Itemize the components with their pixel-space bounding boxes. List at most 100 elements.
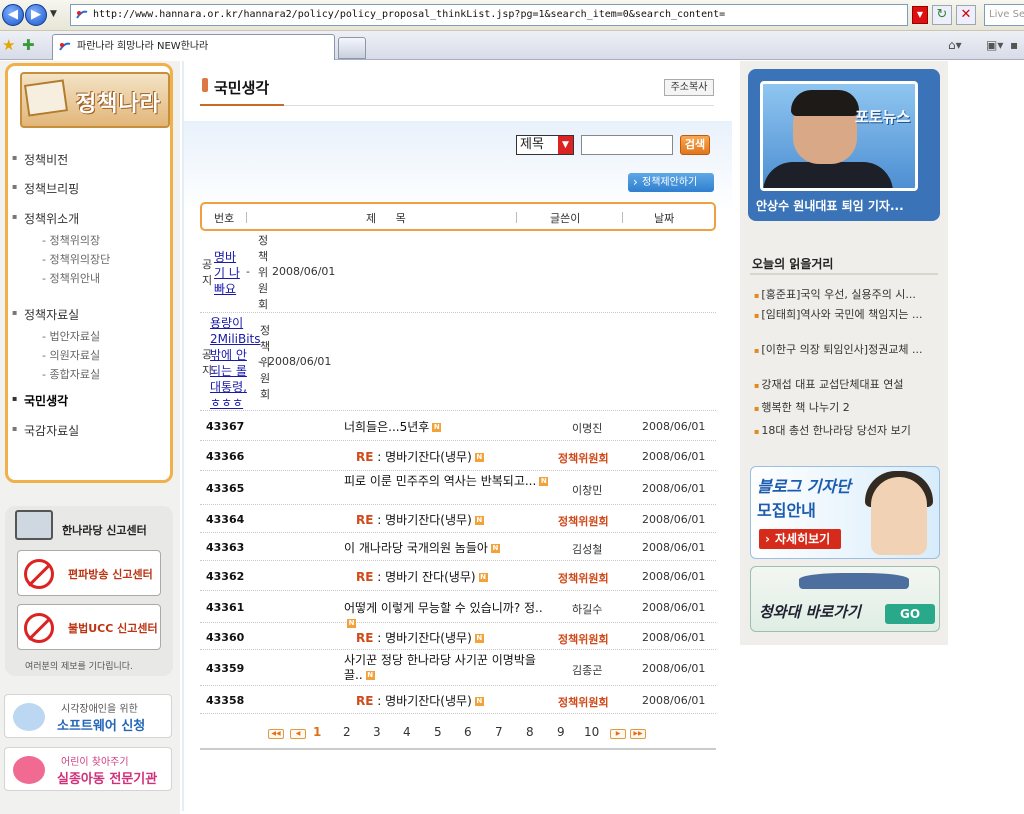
page-link[interactable]: 5 [434,725,442,739]
new-tab-button[interactable] [338,37,366,59]
col-date: 날짜 [654,212,675,225]
row-subject-link[interactable]: 피로 이룬 민주주의 역사는 반복되고... N [344,474,554,489]
col-subject: 제 목 [366,212,414,225]
address-bar[interactable]: http://www.hannara.or.kr/hannara2/policy… [70,4,908,26]
row-subject-link[interactable]: 너희들은...5년후 N [344,420,554,435]
submenu-guide[interactable]: - 정책위안내 [42,270,100,286]
submenu-member-archive[interactable]: - 의원자료실 [42,347,100,363]
biased-broadcast-report-button[interactable]: 편파방송 신고센터 [17,550,161,596]
menu-item-archive[interactable]: 정책자료실 [12,306,79,323]
history-dropdown-icon[interactable]: ▼ [50,9,57,19]
first-page-icon[interactable]: ◀◀ [268,729,284,739]
new-badge-icon: N [474,516,484,525]
row-date: 2008/06/01 [642,662,706,675]
last-page-icon[interactable]: ▶▶ [630,729,646,739]
blue-house-banner[interactable]: 청와대 바로가기 GO [750,566,940,632]
reading-item[interactable]: [이한구 의장 퇴임인사]정권교체 ... [754,342,938,358]
add-favorites-icon[interactable]: ✚ [22,36,35,54]
favorites-star-icon[interactable]: ★ [2,36,15,54]
tab-bar: ★ ✚ 파란나라 희망나라 NEW한나라 ⌂▾ ▣▾ ▪ [0,31,1024,60]
table-row[interactable]: 43366 RE : 명바기잔다(냉무) N 정책위원회 2008/06/01 [200,443,716,471]
table-row[interactable]: 43359 사기꾼 정당 한나라당 사기꾼 이명박을 끌.. N 김종곤 2008/06… [200,652,716,686]
table-row[interactable]: 43360 RE : 명바기잔다(냉무) N 정책위원회 2008/06/01 [200,625,716,650]
photo-hair [791,90,859,116]
notice-link[interactable]: 명바 기 나 빠요 [214,249,240,297]
search-field-select[interactable]: 제목 ▼ [516,135,574,155]
row-subject-link[interactable]: RE : 명바기잔다(냉무) N [356,513,566,528]
page-link[interactable]: 10 [584,725,599,739]
reading-item[interactable]: 행복한 책 나누기 2 [754,400,938,416]
menu-item-audit-archive[interactable]: 국감자료실 [12,422,79,439]
go-button[interactable]: GO [885,604,935,624]
menu-item-vision[interactable]: 정책비전 [12,151,68,168]
page-link[interactable]: 1 [313,725,321,739]
reading-item[interactable]: 18대 총선 한나라당 당선자 보기 [754,423,938,439]
page-link[interactable]: 6 [464,725,472,739]
copy-url-button[interactable]: 주소복사 [664,79,714,96]
page-link[interactable]: 7 [495,725,503,739]
row-subject-link[interactable]: RE : 명바기 잔다(냉무) N [356,570,566,585]
refresh-icon[interactable]: ↻ [932,5,952,25]
page-link[interactable]: 8 [526,725,534,739]
row-subject-link[interactable]: RE : 명바기잔다(냉무) N [356,450,566,465]
page-link[interactable]: 3 [373,725,381,739]
notice-date: 2008/06/01 [268,355,332,368]
photo-news-caption[interactable]: 안상수 원내대표 퇴임 기자... [756,197,904,214]
page-link[interactable]: 9 [557,725,565,739]
missing-child-banner[interactable]: 어린이 찾아주기 실종아동 전문기관 [4,747,172,791]
table-row[interactable]: 43363 이 개나라당 국개의원 놈들아 N 김성철 2008/06/01 [200,535,716,561]
child-banner-small: 어린이 찾아주기 [61,757,129,768]
notice-link[interactable]: 용량이 2MiliBits 밖에 안 되는 롤 대통령, ㅎㅎㅎ [210,315,261,411]
page-link[interactable]: 2 [343,725,351,739]
logo-text: 정책나라 [76,92,161,117]
table-row[interactable]: 43367 너희들은...5년후 N 이명진 2008/06/01 [200,413,716,441]
reading-item[interactable]: 강재섭 대표 교섭단체대표 연설 [754,377,938,393]
feeds-icon[interactable]: ▣▾ [986,38,1003,52]
table-row[interactable]: 43358 RE : 명바기잔다(냉무) N 정책위원회 2008/06/01 [200,688,716,714]
submenu-chair[interactable]: - 정책위의장 [42,232,100,248]
table-row[interactable]: 43362 RE : 명바기 잔다(냉무) N 정책위원회 2008/06/01 [200,563,716,591]
row-subject-link[interactable]: 이 개나라당 국개의원 놈들아 N [344,541,554,556]
illegal-ucc-report-button[interactable]: 불법UCC 신고센터 [17,604,161,650]
forward-button[interactable]: ▶ [25,4,47,26]
print-icon[interactable]: ▪ [1010,38,1018,52]
menu-item-briefing[interactable]: 정책브리핑 [12,180,79,197]
table-row[interactable]: 43365 피로 이룬 민주주의 역사는 반복되고... N 이창민 2008/06/0… [200,473,716,505]
tab-current[interactable]: 파란나라 희망나라 NEW한나라 [52,34,335,60]
row-date: 2008/06/01 [642,541,706,554]
table-row[interactable]: 43364 RE : 명바기잔다(냉무) N 정책위원회 2008/06/01 [200,507,716,533]
page-link[interactable]: 4 [403,725,411,739]
back-button[interactable]: ◀ [2,4,24,26]
reading-item[interactable]: [임태희]역사와 국민에 책임지는 ... [754,307,938,323]
software-banner[interactable]: 시각장애인을 위한 소프트웨어 신청 [4,694,172,738]
live-search-input[interactable]: Live Se [984,4,1024,26]
photo-news-image: 포토뉴스 [760,81,918,191]
blog-details-button[interactable]: 자세히보기 [759,529,841,549]
prev-page-icon[interactable]: ◀ [290,729,306,739]
menu-item-public-opinion[interactable]: 국민생각 [12,392,68,409]
menu-item-committee[interactable]: 정책위소개 [12,210,79,227]
policy-nara-logo[interactable]: 정책나라 [20,72,170,128]
blog-reporter-banner[interactable]: 블로그 기자단 모집안내 자세히보기 [750,466,940,559]
reading-item[interactable]: [홍준표]국익 우선, 실용주의 시... [754,287,938,303]
row-date: 2008/06/01 [642,631,706,644]
table-row[interactable]: 43361 어떻게 이렇게 무능할 수 있습니까? 정..N 하길수 2008/06/… [200,593,716,628]
submenu-bill-archive[interactable]: - 법안자료실 [42,328,100,344]
row-number: 43363 [206,541,245,554]
home-icon[interactable]: ⌂▾ [948,38,962,52]
photo-news-box[interactable]: 포토뉴스 안상수 원내대표 퇴임 기자... [748,69,940,221]
search-input[interactable] [581,135,673,155]
stop-icon[interactable]: ✕ [956,5,976,25]
submenu-chair-group[interactable]: - 정책위의장단 [42,251,110,267]
address-dropdown-icon[interactable]: ▼ [912,6,928,24]
row-subject-link[interactable]: 사기꾼 정당 한나라당 사기꾼 이명박을 끌.. N [344,653,554,683]
propose-policy-button[interactable]: 정책제안하기 [628,173,714,192]
search-button[interactable]: 검색 [680,135,710,155]
row-subject-link[interactable]: RE : 명바기잔다(냉무) N [356,631,566,646]
submenu-general-archive[interactable]: - 종합자료실 [42,366,100,382]
book-icon [23,79,69,117]
row-subject-link[interactable]: RE : 명바기잔다(냉무) N [356,694,566,709]
header-separator [516,212,517,223]
next-page-icon[interactable]: ▶ [610,729,626,739]
col-author: 글쓴이 [550,212,581,225]
